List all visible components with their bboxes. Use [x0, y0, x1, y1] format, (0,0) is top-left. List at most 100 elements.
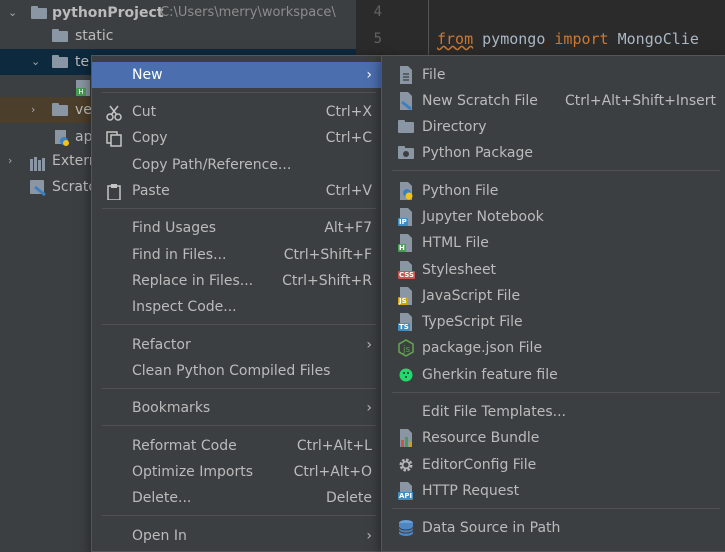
menu-item-reformat-code[interactable]: Reformat Code Ctrl+Alt+L: [92, 433, 382, 459]
menu-item-label: Directory: [422, 119, 487, 135]
submenu-item-html-file[interactable]: H HTML File: [382, 230, 725, 256]
menu-item-paste[interactable]: Paste Ctrl+V: [92, 178, 382, 204]
menu-item-label: Refactor: [132, 337, 191, 353]
menu-item-label: Edit File Templates...: [422, 404, 566, 420]
menu-item-label: Find in Files...: [132, 247, 227, 263]
menu-item-label: Copy: [132, 130, 168, 146]
menu-item-label: New: [132, 67, 163, 83]
menu-item-shortcut: Ctrl+Alt+Shift+Insert: [564, 93, 716, 109]
copy-icon: [106, 130, 122, 147]
submenu-item-javascript-file[interactable]: JS JavaScript File: [382, 283, 725, 309]
file-type-badge: H: [398, 244, 406, 252]
submenu-item-edit-file-templates[interactable]: Edit File Templates...: [382, 399, 725, 425]
submenu-item-package-json-file[interactable]: js package.json File: [382, 335, 725, 361]
file-type-badge: TS: [398, 323, 410, 331]
chevron-right-icon[interactable]: ›: [31, 104, 41, 115]
tree-row-static[interactable]: static: [0, 23, 356, 49]
menu-item-cut[interactable]: Cut Ctrl+X: [92, 99, 382, 125]
menu-item-new[interactable]: New ›: [92, 62, 382, 88]
chevron-right-icon: ›: [366, 400, 372, 416]
chevron-right-icon[interactable]: ›: [8, 155, 18, 166]
submenu-item-file[interactable]: File: [382, 62, 725, 88]
tree-item-label: ap: [75, 129, 93, 145]
code-name: MongoClie: [617, 30, 699, 48]
menu-item-find-usages[interactable]: Find Usages Alt+F7: [92, 215, 382, 241]
chevron-down-icon[interactable]: ⌄: [8, 7, 18, 18]
menu-item-label: package.json File: [422, 340, 543, 356]
menu-item-label: Inspect Code...: [132, 299, 237, 315]
submenu-item-python-file[interactable]: Python File: [382, 178, 725, 204]
file-icon: [398, 66, 414, 84]
api-file-icon: API: [398, 482, 414, 500]
menu-item-label: Reformat Code: [132, 438, 237, 454]
menu-item-label: JavaScript File: [422, 288, 521, 304]
file-type-badge: IP: [398, 218, 408, 226]
menu-item-label: Paste: [132, 183, 170, 199]
menu-separator: [102, 515, 376, 516]
submenu-item-jupyter-notebook[interactable]: IP Jupyter Notebook: [382, 204, 725, 230]
menu-item-delete[interactable]: Delete... Delete: [92, 485, 382, 511]
menu-item-label: EditorConfig File: [422, 457, 537, 473]
submenu-item-stylesheet[interactable]: CSS Stylesheet: [382, 257, 725, 283]
css-file-icon: CSS: [398, 261, 416, 279]
menu-item-label: Delete...: [132, 490, 192, 506]
html-file-icon: H: [398, 234, 414, 252]
menu-item-inspect-code[interactable]: Inspect Code...: [92, 294, 382, 320]
tree-item-label: static: [75, 28, 114, 44]
menu-item-clean-python[interactable]: Clean Python Compiled Files: [92, 358, 382, 384]
menu-separator: [102, 92, 376, 93]
menu-item-replace-in-files[interactable]: Replace in Files... Ctrl+Shift+R: [92, 268, 382, 294]
submenu-item-typescript-file[interactable]: TS TypeScript File: [382, 309, 725, 335]
menu-separator: [102, 324, 376, 325]
menu-item-label: Replace in Files...: [132, 273, 254, 289]
menu-separator: [392, 392, 720, 393]
menu-item-copy-path[interactable]: Copy Path/Reference...: [92, 152, 382, 178]
chevron-down-icon[interactable]: ⌄: [31, 56, 41, 67]
menu-item-copy[interactable]: Copy Ctrl+C: [92, 125, 382, 151]
menu-item-label: Python Package: [422, 145, 534, 161]
menu-item-shortcut: Ctrl+Shift+R: [282, 273, 372, 289]
menu-item-label: Jupyter Notebook: [422, 209, 544, 225]
typescript-file-icon: TS: [398, 313, 414, 331]
menu-item-bookmarks[interactable]: Bookmarks ›: [92, 395, 382, 421]
menu-item-shortcut: Delete: [326, 490, 372, 506]
file-type-badge: JS: [398, 297, 408, 305]
chevron-right-icon: ›: [366, 67, 372, 83]
line-number: 4: [373, 4, 382, 20]
submenu-item-gherkin-feature-file[interactable]: Gherkin feature file: [382, 362, 725, 388]
scratches-icon: [30, 179, 48, 200]
line-number: 5: [373, 31, 382, 47]
submenu-item-http-request[interactable]: API HTTP Request: [382, 478, 725, 504]
submenu-item-directory[interactable]: Directory: [382, 114, 725, 140]
javascript-file-icon: JS: [398, 287, 414, 305]
menu-item-label: TypeScript File: [422, 314, 523, 330]
code-module: pymongo: [482, 30, 546, 48]
menu-item-label: Open In: [132, 528, 187, 544]
menu-item-label: Cut: [132, 104, 157, 120]
menu-item-open-in[interactable]: Open In ›: [92, 523, 382, 549]
menu-item-shortcut: Ctrl+X: [325, 104, 372, 120]
submenu-item-data-source-in-path[interactable]: Data Source in Path: [382, 515, 725, 541]
submenu-item-editorconfig-file[interactable]: EditorConfig File: [382, 452, 725, 478]
menu-item-label: Find Usages: [132, 220, 217, 236]
submenu-item-resource-bundle[interactable]: Resource Bundle: [382, 425, 725, 451]
cucumber-icon: [398, 366, 414, 384]
folder-icon: [398, 120, 414, 133]
chevron-right-icon: ›: [366, 337, 372, 353]
submenu-item-new-scratch-file[interactable]: New Scratch File Ctrl+Alt+Shift+Insert: [382, 88, 725, 114]
folder-icon: [52, 103, 68, 116]
menu-item-shortcut: Ctrl+V: [325, 183, 372, 199]
menu-item-label: Data Source in Path: [422, 520, 561, 536]
menu-item-shortcut: Ctrl+C: [325, 130, 372, 146]
submenu-item-python-package[interactable]: Python Package: [382, 140, 725, 166]
menu-item-find-in-files[interactable]: Find in Files... Ctrl+Shift+F: [92, 242, 382, 268]
file-type-badge: API: [398, 492, 414, 500]
code-line[interactable]: from pymongo import MongoClie: [437, 30, 699, 48]
folder-icon: [31, 6, 47, 19]
menu-item-optimize-imports[interactable]: Optimize Imports Ctrl+Alt+O: [92, 459, 382, 485]
folder-icon: [52, 29, 68, 42]
menu-item-label: Python File: [422, 183, 499, 199]
menu-item-label: File: [422, 67, 446, 83]
gutter-divider: [428, 0, 429, 60]
menu-item-refactor[interactable]: Refactor ›: [92, 332, 382, 358]
